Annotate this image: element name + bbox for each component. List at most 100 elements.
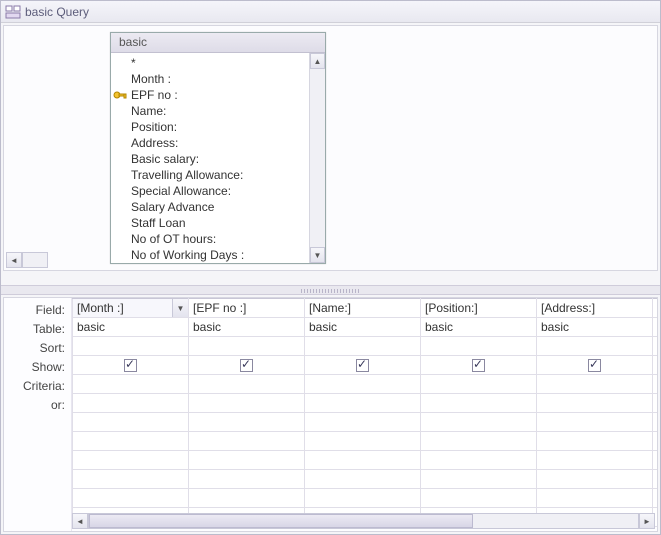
field-list-item[interactable]: Basic salary:: [131, 151, 309, 167]
qbe-field-cell[interactable]: [Address:]: [537, 299, 653, 318]
qbe-cell[interactable]: [305, 470, 421, 489]
qbe-show-cell[interactable]: [189, 356, 305, 375]
qbe-or-cell[interactable]: [537, 394, 653, 413]
qbe-criteria-cell[interactable]: [537, 375, 653, 394]
relationship-pane[interactable]: basic *Month :EPF no :Name:Position:Addr…: [3, 25, 658, 271]
table-name-header[interactable]: basic: [111, 33, 325, 53]
qbe-cell[interactable]: [305, 413, 421, 432]
scroll-track[interactable]: [88, 513, 639, 529]
qbe-cell[interactable]: [305, 489, 421, 508]
qbe-grid[interactable]: [Month :]▼[EPF no :][Name:][Position:][A…: [72, 298, 657, 531]
qbe-table-cell[interactable]: b: [653, 318, 658, 337]
qbe-cell[interactable]: [653, 489, 658, 508]
scroll-track[interactable]: [22, 252, 48, 268]
qbe-sort-cell[interactable]: [73, 337, 189, 356]
field-list-item[interactable]: No of OT hours:: [131, 231, 309, 247]
scroll-up-button[interactable]: ▲: [310, 53, 325, 69]
field-list-item[interactable]: Special Allowance:: [131, 183, 309, 199]
qbe-cell[interactable]: [305, 432, 421, 451]
field-list-item[interactable]: Address:: [131, 135, 309, 151]
scroll-track[interactable]: [310, 69, 325, 247]
qbe-or-cell[interactable]: [189, 394, 305, 413]
qbe-cell[interactable]: [189, 489, 305, 508]
qbe-cell[interactable]: [421, 451, 537, 470]
qbe-cell[interactable]: [305, 451, 421, 470]
qbe-table-cell[interactable]: basic: [421, 318, 537, 337]
qbe-cell[interactable]: [73, 451, 189, 470]
qbe-cell[interactable]: [73, 413, 189, 432]
upper-pane-hscroll[interactable]: ◄: [6, 252, 48, 268]
qbe-criteria-cell[interactable]: [421, 375, 537, 394]
scroll-left-button[interactable]: ◄: [72, 513, 88, 529]
qbe-cell[interactable]: [653, 451, 658, 470]
qbe-cell[interactable]: [653, 375, 658, 394]
qbe-sort-cell[interactable]: [537, 337, 653, 356]
field-list-item[interactable]: EPF no :: [131, 87, 309, 103]
qbe-show-cell[interactable]: [537, 356, 653, 375]
field-list-item[interactable]: *: [131, 55, 309, 71]
qbe-cell[interactable]: [537, 470, 653, 489]
qbe-table-cell[interactable]: basic: [305, 318, 421, 337]
qbe-criteria-cell[interactable]: [189, 375, 305, 394]
show-checkbox[interactable]: [588, 359, 601, 372]
qbe-cell[interactable]: [537, 451, 653, 470]
qbe-cell[interactable]: [421, 470, 537, 489]
qbe-cell[interactable]: [189, 451, 305, 470]
qbe-cell[interactable]: [189, 470, 305, 489]
pane-splitter[interactable]: [1, 285, 660, 295]
field-list-scrollbar[interactable]: ▲ ▼: [309, 53, 325, 263]
qbe-field-cell[interactable]: [EPF no :]: [189, 299, 305, 318]
qbe-table[interactable]: [Month :]▼[EPF no :][Name:][Position:][A…: [72, 298, 657, 527]
qbe-cell[interactable]: [421, 489, 537, 508]
qbe-cell[interactable]: [653, 413, 658, 432]
show-checkbox[interactable]: [124, 359, 137, 372]
qbe-show-cell[interactable]: [653, 356, 658, 375]
scroll-right-button[interactable]: ►: [639, 513, 655, 529]
qbe-field-cell[interactable]: [: [653, 299, 658, 318]
qbe-show-cell[interactable]: [73, 356, 189, 375]
qbe-table-cell[interactable]: basic: [189, 318, 305, 337]
qbe-cell[interactable]: [73, 489, 189, 508]
show-checkbox[interactable]: [356, 359, 369, 372]
qbe-hscroll[interactable]: ◄ ►: [72, 513, 655, 529]
dropdown-arrow-icon[interactable]: ▼: [172, 299, 188, 317]
qbe-or-cell[interactable]: [305, 394, 421, 413]
field-list-item[interactable]: Name:: [131, 103, 309, 119]
field-list-item[interactable]: Salary Advance: [131, 199, 309, 215]
show-checkbox[interactable]: [240, 359, 253, 372]
qbe-sort-cell[interactable]: [305, 337, 421, 356]
field-list-item[interactable]: Travelling Allowance:: [131, 167, 309, 183]
qbe-cell[interactable]: [189, 432, 305, 451]
qbe-cell[interactable]: [537, 413, 653, 432]
show-checkbox[interactable]: [472, 359, 485, 372]
qbe-sort-cell[interactable]: [421, 337, 537, 356]
qbe-cell[interactable]: [653, 337, 658, 356]
qbe-cell[interactable]: [537, 489, 653, 508]
titlebar[interactable]: basic Query: [1, 1, 660, 23]
qbe-sort-cell[interactable]: [189, 337, 305, 356]
qbe-cell[interactable]: [73, 432, 189, 451]
qbe-show-cell[interactable]: [421, 356, 537, 375]
qbe-cell[interactable]: [653, 394, 658, 413]
field-list-item[interactable]: Position:: [131, 119, 309, 135]
field-list-item[interactable]: Month :: [131, 71, 309, 87]
scroll-thumb[interactable]: [89, 514, 473, 528]
qbe-or-cell[interactable]: [421, 394, 537, 413]
qbe-criteria-cell[interactable]: [73, 375, 189, 394]
qbe-cell[interactable]: [189, 413, 305, 432]
qbe-cell[interactable]: [421, 413, 537, 432]
qbe-cell[interactable]: [73, 470, 189, 489]
qbe-table-cell[interactable]: basic: [73, 318, 189, 337]
qbe-cell[interactable]: [537, 432, 653, 451]
qbe-field-cell[interactable]: [Month :]▼: [73, 299, 189, 318]
qbe-cell[interactable]: [421, 432, 537, 451]
qbe-or-cell[interactable]: [73, 394, 189, 413]
qbe-cell[interactable]: [653, 432, 658, 451]
qbe-criteria-cell[interactable]: [305, 375, 421, 394]
qbe-field-cell[interactable]: [Name:]: [305, 299, 421, 318]
field-list-item[interactable]: Staff Loan: [131, 215, 309, 231]
qbe-show-cell[interactable]: [305, 356, 421, 375]
table-field-list[interactable]: basic *Month :EPF no :Name:Position:Addr…: [110, 32, 326, 264]
scroll-left-button[interactable]: ◄: [6, 252, 22, 268]
qbe-field-cell[interactable]: [Position:]: [421, 299, 537, 318]
